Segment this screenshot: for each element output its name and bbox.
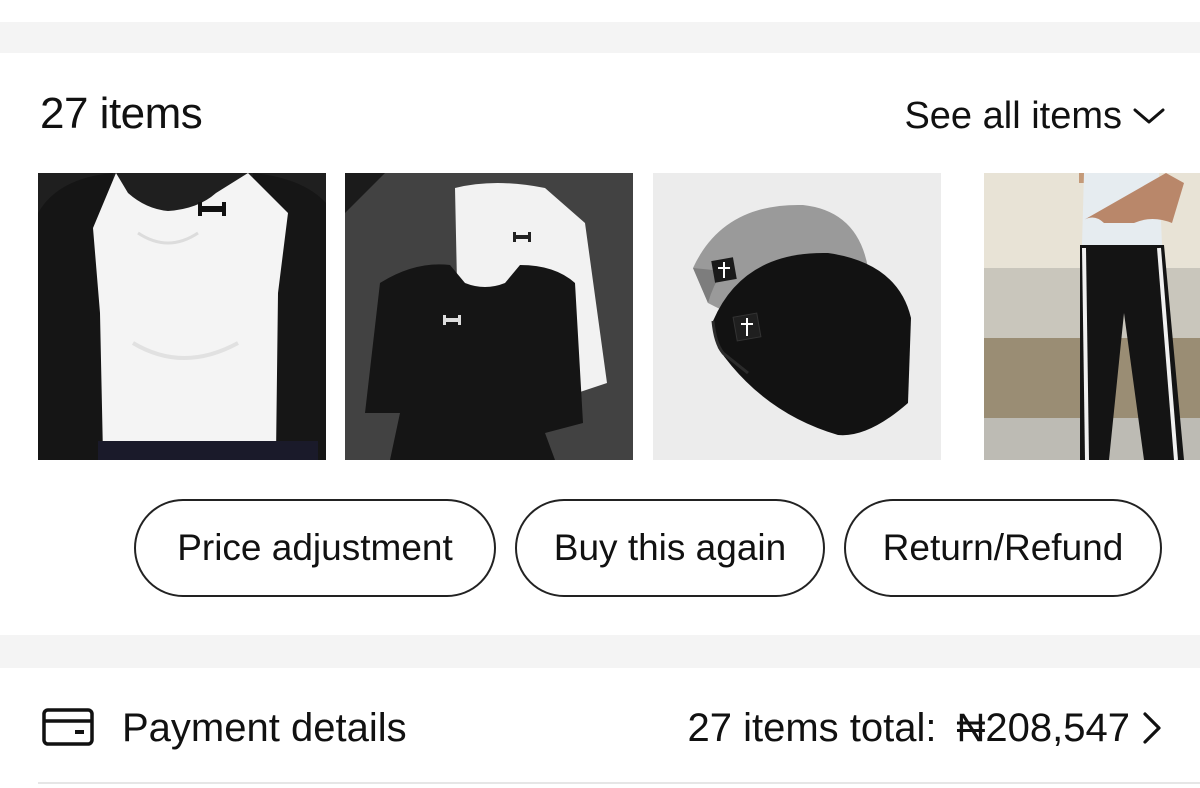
product-thumbnail-white-shirt[interactable] [38,173,326,460]
items-count-title: 27 items [40,89,203,138]
product-image [38,173,326,460]
payment-total-amount: ₦208,547 [956,706,1130,750]
see-all-items-label: See all items [904,95,1122,137]
buy-again-button[interactable]: Buy this again [515,499,825,597]
product-thumbnail-track-pants[interactable] [960,173,1200,460]
product-image [653,173,941,460]
wallet-card-icon [42,708,94,746]
price-adjustment-button[interactable]: Price adjustment [134,499,496,597]
see-all-items-button[interactable]: See all items [904,92,1166,140]
previous-section [0,0,1200,22]
product-image [345,173,633,460]
product-image [984,173,1200,460]
product-thumbnail-compression-shirts[interactable] [345,173,633,460]
product-thumbnail-beanies[interactable] [653,173,941,460]
divider [38,782,1200,784]
payment-total-label: 27 items total: [687,706,937,750]
payment-details-label[interactable]: Payment details [122,705,407,751]
section-gap [0,22,1200,53]
payment-total[interactable]: 27 items total: ₦208,547 [688,705,1131,751]
chevron-down-icon [1133,108,1165,124]
chevron-right-icon[interactable] [1140,710,1164,746]
section-gap [0,635,1200,668]
return-refund-button[interactable]: Return/Refund [844,499,1162,597]
